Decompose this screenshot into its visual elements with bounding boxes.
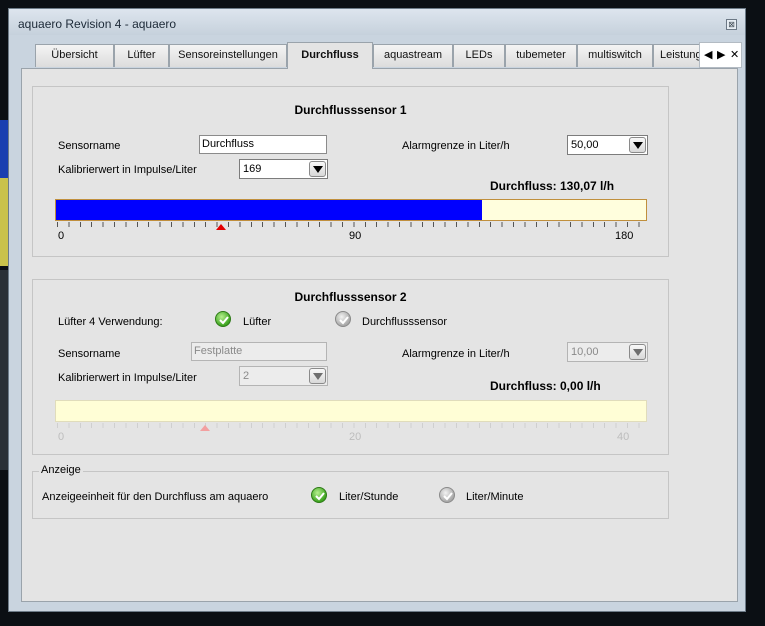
- sensor2-tick-max: 40: [617, 431, 630, 443]
- sensor1-name-field[interactable]: Durchfluss: [199, 135, 327, 154]
- sensor2-tick-min: 0: [58, 431, 65, 443]
- tab-luefter[interactable]: Lüfter: [114, 44, 169, 67]
- chevron-down-icon[interactable]: [309, 368, 326, 384]
- title-bar: aquaero Revision 4 - aquaero ⊠: [9, 9, 745, 35]
- tab-navigation: ◀ ▶ ✕: [699, 42, 742, 68]
- radio-flow-sensor-unchecked[interactable]: [335, 311, 351, 327]
- sensor2-usage-label: Lüfter 4 Verwendung:: [58, 316, 163, 328]
- sensor1-alarm-marker: [216, 224, 226, 230]
- tab-tubemeter[interactable]: tubemeter: [505, 44, 577, 67]
- group-flow-sensor-1: Durchflusssensor 1 Sensorname Durchfluss…: [32, 86, 669, 257]
- sensor1-flow-bar: [55, 199, 647, 221]
- sensor1-alarm-value: 50,00: [571, 139, 599, 151]
- sensor1-alarm-select[interactable]: 50,00: [567, 135, 648, 155]
- sensor2-calib-select[interactable]: 2: [239, 366, 328, 386]
- sensor2-calib-label: Kalibrierwert in Impulse/Liter: [58, 372, 197, 384]
- window-close-button[interactable]: ⊠: [726, 19, 737, 30]
- group-anzeige: Anzeige Anzeigeeinheit für den Durchflus…: [32, 464, 669, 519]
- chevron-down-icon[interactable]: [629, 137, 646, 153]
- sensor1-name-label: Sensorname: [58, 140, 121, 152]
- sensor1-tick-max: 180: [615, 230, 634, 242]
- sensor1-alarm-label: Alarmgrenze in Liter/h: [402, 140, 510, 152]
- sensor2-scale-ticks: [57, 423, 647, 428]
- anzeige-unit-label: Anzeigeeinheit für den Durchfluss am aqu…: [42, 491, 269, 503]
- sensor1-scale-ticks: [57, 222, 647, 227]
- sensor1-calib-label: Kalibrierwert in Impulse/Liter: [58, 164, 197, 176]
- radio-liter-minute-unchecked[interactable]: [439, 487, 455, 503]
- sensor2-option-flow-label[interactable]: Durchflusssensor: [362, 316, 447, 328]
- group-flow-sensor-2: Durchflusssensor 2 Lüfter 4 Verwendung: …: [32, 279, 669, 455]
- sensor2-alarm-marker: [200, 425, 210, 431]
- tab-durchfluss[interactable]: Durchfluss: [287, 42, 373, 69]
- sensor1-title: Durchflusssensor 1: [294, 103, 407, 117]
- window-title: aquaero Revision 4 - aquaero: [18, 17, 177, 31]
- sensor2-flow-bar: [55, 400, 647, 422]
- chevron-down-icon[interactable]: [309, 161, 326, 177]
- sensor2-alarm-value: 10,00: [571, 346, 599, 358]
- tab-leds[interactable]: LEDs: [453, 44, 505, 67]
- sensor1-tick-mid: 90: [349, 230, 362, 242]
- sensor2-alarm-select[interactable]: 10,00: [567, 342, 648, 362]
- tab-strip: Übersicht Lüfter Sensoreinstellungen Dur…: [19, 42, 742, 70]
- app-window: aquaero Revision 4 - aquaero ⊠ Übersicht…: [8, 8, 746, 612]
- tab-prev-icon[interactable]: ◀: [704, 48, 712, 61]
- sensor1-flow-readout: Durchfluss: 130,07 l/h: [490, 179, 615, 193]
- sensor1-calib-value: 169: [243, 163, 262, 175]
- sensor2-calib-value: 2: [243, 370, 250, 382]
- chevron-down-icon[interactable]: [629, 344, 646, 360]
- sensor1-calib-select[interactable]: 169: [239, 159, 328, 179]
- tab-multiswitch[interactable]: multiswitch: [577, 44, 653, 67]
- radio-fan-checked[interactable]: [215, 311, 231, 327]
- tab-leistung[interactable]: Leistung: [653, 44, 703, 67]
- tab-uebersicht[interactable]: Übersicht: [35, 44, 114, 67]
- radio-liter-hour-checked[interactable]: [311, 487, 327, 503]
- tab-content-durchfluss: Durchflusssensor 1 Sensorname Durchfluss…: [21, 68, 738, 602]
- sensor1-tick-min: 0: [58, 230, 65, 242]
- sensor2-name-label: Sensorname: [58, 348, 121, 360]
- sensor2-tick-mid: 20: [349, 431, 362, 443]
- sensor2-alarm-label: Alarmgrenze in Liter/h: [402, 348, 510, 360]
- tab-close-icon[interactable]: ✕: [730, 48, 739, 61]
- tab-next-icon[interactable]: ▶: [717, 48, 725, 61]
- sensor1-flow-bar-fill: [56, 200, 482, 220]
- anzeige-option-hour-label[interactable]: Liter/Stunde: [339, 491, 398, 503]
- sensor2-option-fan-label[interactable]: Lüfter: [243, 316, 271, 328]
- sensor2-title: Durchflusssensor 2: [294, 290, 407, 304]
- anzeige-legend: Anzeige: [39, 464, 83, 476]
- sensor2-flow-readout: Durchfluss: 0,00 l/h: [490, 379, 601, 393]
- tab-aquastream[interactable]: aquastream: [373, 44, 453, 67]
- tab-sensoreinstellungen[interactable]: Sensoreinstellungen: [169, 44, 287, 67]
- sensor2-name-field[interactable]: Festplatte: [191, 342, 327, 361]
- anzeige-option-minute-label[interactable]: Liter/Minute: [466, 491, 523, 503]
